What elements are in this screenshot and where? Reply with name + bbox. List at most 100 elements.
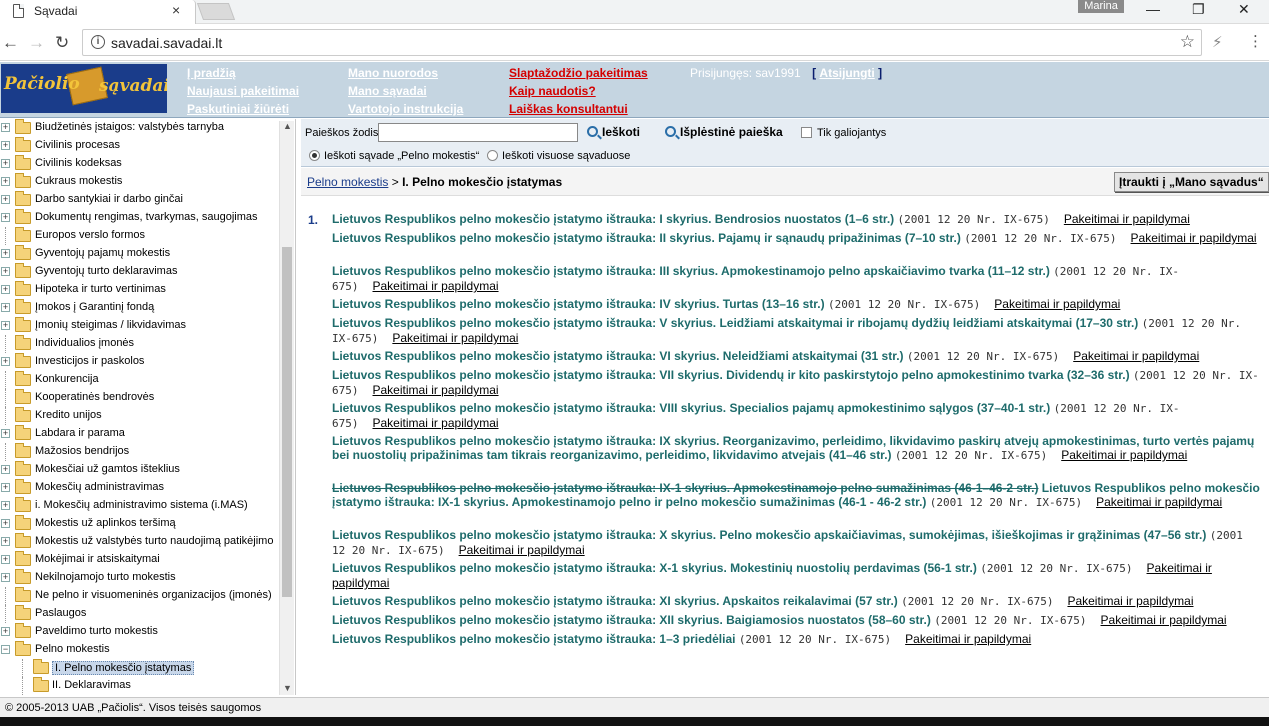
tree-item[interactable]: + i. Mokesčių administravimo sistema (i.M… bbox=[0, 497, 295, 515]
document-title-link[interactable]: Lietuvos Respublikos pelno mokesčio įsta… bbox=[332, 297, 825, 311]
tree-item[interactable]: + Mokesčiai už gamtos išteklius bbox=[0, 461, 295, 479]
radio-unselected[interactable] bbox=[487, 150, 498, 161]
tree-item[interactable]: Paslaugos bbox=[0, 605, 295, 623]
advanced-search-button[interactable]: Išplėstinė paieška bbox=[665, 125, 783, 139]
expand-icon[interactable]: + bbox=[1, 429, 10, 438]
expand-icon[interactable]: + bbox=[1, 213, 10, 222]
logout-link[interactable]: Atsijungti bbox=[819, 66, 874, 80]
document-title-link[interactable]: Lietuvos Respublikos pelno mokesčio įsta… bbox=[332, 349, 904, 363]
tree-item[interactable]: + Hipoteka ir turto vertinimas bbox=[0, 281, 295, 299]
expand-icon[interactable]: + bbox=[1, 465, 10, 474]
home-link[interactable]: Į pradžią bbox=[187, 64, 299, 82]
expand-icon[interactable]: + bbox=[1, 303, 10, 312]
changes-link[interactable]: Pakeitimai ir papildymai bbox=[994, 297, 1120, 311]
expand-icon[interactable]: + bbox=[1, 321, 10, 330]
browser-menu-icon[interactable]: ⋮ bbox=[1248, 32, 1263, 50]
add-to-my-collections-button[interactable]: Įtraukti į „Mano sąvadus“ bbox=[1114, 172, 1269, 192]
radio-selected[interactable] bbox=[309, 150, 320, 161]
changes-link[interactable]: Pakeitimai ir papildymai bbox=[373, 416, 499, 430]
struck-title-link[interactable]: Lietuvos Respublikos pelno mokesčio įsta… bbox=[332, 481, 1038, 495]
document-title-link[interactable]: Lietuvos Respublikos pelno mokesčio įsta… bbox=[332, 316, 1138, 330]
tree-item[interactable]: + Cukraus mokestis bbox=[0, 173, 295, 191]
url-text[interactable]: savadai.savadai.lt bbox=[111, 35, 222, 51]
tree-child-item[interactable]: I. Pelno mokesčio įstatymas bbox=[0, 659, 295, 677]
document-title-link[interactable]: Lietuvos Respublikos pelno mokesčio įsta… bbox=[332, 594, 898, 608]
user-profile-badge[interactable]: Marina bbox=[1078, 0, 1124, 13]
tree-item[interactable]: + Investicijos ir paskolos bbox=[0, 353, 295, 371]
document-title-link[interactable]: Lietuvos Respublikos pelno mokesčio įsta… bbox=[332, 613, 931, 627]
expand-icon[interactable]: + bbox=[1, 483, 10, 492]
extension-icon[interactable]: ⚡ bbox=[1212, 33, 1223, 51]
expand-icon[interactable]: + bbox=[1, 357, 10, 366]
tree-item[interactable]: + Įmonių steigimas / likvidavimas bbox=[0, 317, 295, 335]
expand-icon[interactable]: + bbox=[1, 627, 10, 636]
tree-item[interactable]: + Darbo santykiai ir darbo ginčai bbox=[0, 191, 295, 209]
changes-link[interactable]: Pakeitimai ir papildymai bbox=[392, 331, 518, 345]
contact-consultant-link[interactable]: Laiškas konsultantui bbox=[509, 100, 648, 118]
search-this-radio[interactable]: Ieškoti sąvade „Pelno mokestis“ bbox=[309, 150, 479, 162]
site-info-icon[interactable]: i bbox=[91, 35, 105, 49]
document-title-link[interactable]: Lietuvos Respublikos pelno mokesčio įsta… bbox=[332, 401, 1050, 415]
expand-icon[interactable]: + bbox=[1, 501, 10, 510]
scroll-down-icon[interactable]: ▼ bbox=[283, 683, 292, 693]
only-valid-checkbox[interactable]: Tik galiojantys bbox=[801, 127, 886, 139]
scroll-thumb[interactable] bbox=[282, 247, 292, 597]
new-tab-button[interactable] bbox=[196, 3, 236, 20]
tree-item[interactable]: + Įmokos į Garantinį fondą bbox=[0, 299, 295, 317]
expand-icon[interactable]: + bbox=[1, 177, 10, 186]
document-title-link[interactable]: Lietuvos Respublikos pelno mokesčio įsta… bbox=[332, 212, 894, 226]
changes-link[interactable]: Pakeitimai ir papildymai bbox=[1064, 212, 1190, 226]
tree-item[interactable]: + Gyventojų pajamų mokestis bbox=[0, 245, 295, 263]
tree-item[interactable]: + Paveldimo turto mokestis bbox=[0, 623, 295, 641]
tree-item[interactable]: Kooperatinės bendrovės bbox=[0, 389, 295, 407]
tree-item[interactable]: Individualios įmonės bbox=[0, 335, 295, 353]
latest-changes-link[interactable]: Naujausi pakeitimai bbox=[187, 82, 299, 100]
changes-link[interactable]: Pakeitimai ir papildymai bbox=[373, 383, 499, 397]
checkbox-box[interactable] bbox=[801, 127, 812, 138]
tab-close-icon[interactable]: × bbox=[172, 2, 180, 18]
expand-icon[interactable]: + bbox=[1, 285, 10, 294]
tree-item[interactable]: + Gyventojų turto deklaravimas bbox=[0, 263, 295, 281]
expand-icon[interactable]: + bbox=[1, 573, 10, 582]
changes-link[interactable]: Pakeitimai ir papildymai bbox=[1096, 495, 1222, 509]
search-button[interactable]: Ieškoti bbox=[587, 125, 640, 139]
user-manual-link[interactable]: Vartotojo instrukcija bbox=[348, 100, 463, 118]
changes-link[interactable]: Pakeitimai ir papildymai bbox=[905, 632, 1031, 646]
document-title-link[interactable]: Lietuvos Respublikos pelno mokesčio įsta… bbox=[332, 632, 735, 646]
document-title-link[interactable]: Lietuvos Respublikos pelno mokesčio įsta… bbox=[332, 368, 1130, 382]
back-icon[interactable]: ← bbox=[2, 33, 19, 53]
expand-icon[interactable]: + bbox=[1, 519, 10, 528]
expand-icon[interactable]: + bbox=[1, 267, 10, 276]
tree-item[interactable]: Kredito unijos bbox=[0, 407, 295, 425]
breadcrumb-link[interactable]: Pelno mokestis bbox=[307, 175, 388, 189]
expand-icon[interactable]: + bbox=[1, 159, 10, 168]
scroll-up-icon[interactable]: ▲ bbox=[283, 121, 292, 131]
change-password-link[interactable]: Slaptažodžio pakeitimas bbox=[509, 64, 648, 82]
changes-link[interactable]: Pakeitimai ir papildymai bbox=[459, 543, 585, 557]
tree-item[interactable]: + Nekilnojamojo turto mokestis bbox=[0, 569, 295, 587]
expand-icon[interactable]: + bbox=[1, 249, 10, 258]
search-all-radio[interactable]: Ieškoti visuose sąvaduose bbox=[487, 150, 630, 162]
expand-icon[interactable]: + bbox=[1, 537, 10, 546]
tree-scrollbar[interactable]: ▲ ▼ bbox=[279, 121, 294, 695]
tree-child-item[interactable]: II. Deklaravimas bbox=[0, 677, 295, 695]
tree-item[interactable]: Mažosios bendrijos bbox=[0, 443, 295, 461]
my-collections-link[interactable]: Mano sąvadai bbox=[348, 82, 463, 100]
changes-link[interactable]: Pakeitimai ir papildymai bbox=[1101, 613, 1227, 627]
tree-item[interactable]: Konkurencija bbox=[0, 371, 295, 389]
expand-icon[interactable]: + bbox=[1, 195, 10, 204]
maximize-icon[interactable]: ❐ bbox=[1192, 1, 1205, 18]
tree-item[interactable]: + Labdara ir parama bbox=[0, 425, 295, 443]
expand-icon[interactable]: + bbox=[1, 555, 10, 564]
changes-link[interactable]: Pakeitimai ir papildymai bbox=[1131, 231, 1257, 245]
document-title-link[interactable]: Lietuvos Respublikos pelno mokesčio įsta… bbox=[332, 231, 961, 245]
document-title-link[interactable]: Lietuvos Respublikos pelno mokesčio įsta… bbox=[332, 561, 977, 575]
tree-item[interactable]: + Civilinis kodeksas bbox=[0, 155, 295, 173]
url-bar[interactable]: i savadai.savadai.lt ☆ bbox=[82, 29, 1202, 56]
search-input[interactable] bbox=[378, 123, 578, 142]
window-close-icon[interactable]: ✕ bbox=[1238, 1, 1250, 18]
tree-item[interactable]: − Pelno mokestis bbox=[0, 641, 295, 659]
minimize-icon[interactable]: — bbox=[1146, 1, 1160, 17]
tree-item[interactable]: + Mokėjimai ir atsiskaitymai bbox=[0, 551, 295, 569]
changes-link[interactable]: Pakeitimai ir papildymai bbox=[1073, 349, 1199, 363]
